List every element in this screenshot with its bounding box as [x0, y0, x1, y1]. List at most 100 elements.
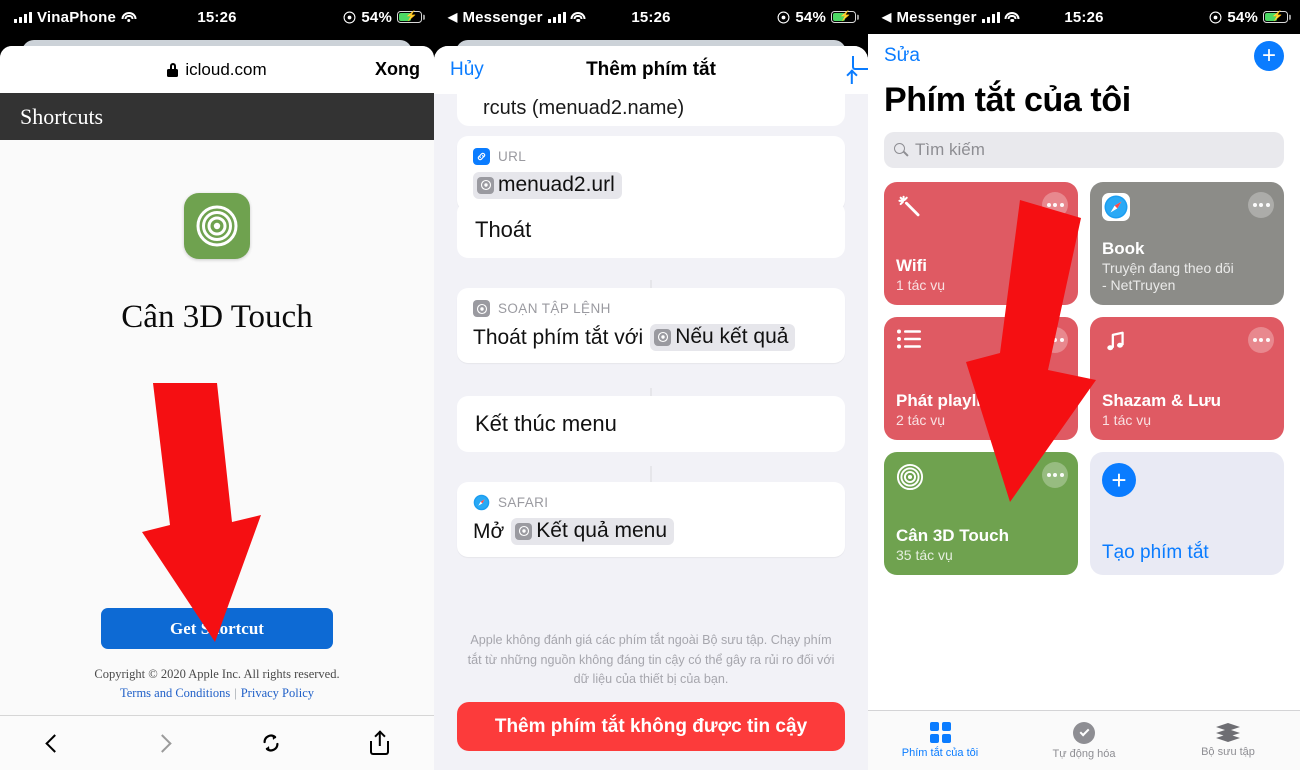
action-body: Mở Kết quả menu	[473, 518, 829, 545]
location-icon	[777, 11, 790, 24]
status-right: 54% ⚡	[777, 9, 868, 26]
battery-charging-icon: ⚡	[397, 11, 422, 23]
status-right: 54% ⚡	[343, 9, 434, 26]
variable-token[interactable]: menuad2.url	[473, 172, 622, 199]
tab-automation[interactable]: Tự động hóa	[1012, 721, 1156, 760]
gear-variable-icon	[477, 176, 494, 194]
shortcut-tile-shazam-luu[interactable]: Shazam & Lưu 1 tác vụ	[1090, 317, 1284, 440]
shortcuts-app-body: Sửa + Phím tắt của tôi Tìm kiếm Wifi 1 t…	[868, 34, 1300, 770]
action-card-safari[interactable]: SAFARI Mở Kết quả menu	[457, 482, 845, 557]
back-app-label[interactable]: Messenger	[462, 9, 542, 26]
edit-button[interactable]: Sửa	[884, 45, 920, 67]
variable-token[interactable]: Nếu kết quả	[650, 324, 796, 351]
plus-circle-icon: +	[1102, 463, 1136, 497]
action-body: menuad2.url	[473, 172, 829, 199]
tab-gallery[interactable]: Bộ sưu tập	[1156, 723, 1300, 758]
shortcut-name: Wifi	[896, 255, 928, 275]
shortcut-name: Book	[1102, 238, 1145, 258]
shortcut-tile-wifi[interactable]: Wifi 1 tác vụ	[884, 182, 1078, 305]
shortcuts-grid: Wifi 1 tác vụ Book Truyện đang theo dõi …	[868, 168, 1300, 575]
done-button[interactable]: Xong	[375, 59, 434, 80]
plus-icon[interactable]: +	[1254, 40, 1284, 71]
add-shortcut-sheet: Hủy Thêm phím tắt rcuts (menuad2.name) U…	[434, 46, 868, 770]
action-body-prefix: Mở	[473, 519, 505, 543]
signal-bars-icon	[981, 11, 1000, 23]
tab-label: Tự động hóa	[1052, 747, 1116, 760]
forward-button[interactable]	[109, 733, 218, 753]
action-card-end-menu[interactable]: Kết thúc menu	[457, 396, 845, 452]
carrier-label: VinaPhone	[37, 8, 117, 26]
copyright-text: Copyright © 2020 Apple Inc. All rights r…	[94, 667, 340, 681]
action-header: URL	[473, 148, 829, 165]
three-screenshot-collage: VinaPhone 15:26 54% ⚡ icloud.com Xong Sh…	[0, 0, 1300, 770]
wifi-icon	[1004, 11, 1020, 23]
action-card-scripting[interactable]: SOẠN TẬP LỆNH Thoát phím tắt với Nếu kết…	[457, 288, 845, 363]
shortcut-tile-can-3d-touch[interactable]: Cân 3D Touch 35 tác vụ	[884, 452, 1078, 575]
safari-compass-icon	[1102, 193, 1272, 221]
untrusted-disclaimer: Apple không đánh giá các phím tắt ngoài …	[467, 633, 835, 687]
more-dots-icon[interactable]	[1248, 192, 1274, 218]
battery-charging-icon: ⚡	[831, 11, 856, 23]
wifi-icon	[121, 11, 137, 23]
url-link-icon	[473, 148, 490, 165]
back-to-app-arrow-icon[interactable]: ◀	[882, 10, 891, 24]
reload-button[interactable]	[217, 732, 326, 754]
location-icon	[1209, 11, 1222, 24]
share-icon	[370, 730, 390, 755]
share-button[interactable]	[326, 730, 435, 755]
variable-token-label: Kết quả menu	[536, 519, 668, 542]
variable-token-label: menuad2.url	[498, 173, 615, 196]
variable-token[interactable]: Kết quả menu	[511, 518, 675, 545]
panel-safari-icloud: VinaPhone 15:26 54% ⚡ icloud.com Xong Sh…	[0, 0, 434, 770]
tab-label: Phím tắt của tôi	[901, 747, 979, 759]
sparkle-wand-icon	[896, 193, 1066, 219]
status-bar-panel2: ◀ Messenger 15:26 54% ⚡	[434, 0, 868, 34]
back-app-label[interactable]: Messenger	[896, 9, 976, 26]
footer-legal: Copyright © 2020 Apple Inc. All rights r…	[0, 665, 434, 703]
url-display[interactable]: icloud.com	[0, 60, 434, 80]
more-dots-icon[interactable]	[1248, 327, 1274, 353]
sheet-navbar: Hủy Thêm phím tắt	[434, 46, 868, 94]
shortcut-subtitle: 35 tác vụ	[896, 547, 953, 564]
status-bar-panel1: VinaPhone 15:26 54% ⚡	[0, 0, 434, 34]
shortcut-name: Phát playlis	[896, 390, 991, 410]
shortcut-tile-phat-playlist[interactable]: Phát playlis 2 tác vụ	[884, 317, 1078, 440]
add-untrusted-shortcut-button[interactable]: Thêm phím tắt không được tin cậy	[457, 702, 845, 751]
more-dots-icon[interactable]	[1042, 462, 1068, 488]
action-body: Thoát	[457, 202, 845, 258]
action-card-exit[interactable]: Thoát	[457, 202, 845, 258]
search-input[interactable]: Tìm kiếm	[884, 132, 1284, 168]
safari-sheet: icloud.com Xong Shortcuts Cân 3D Touch G…	[0, 46, 434, 770]
tab-my-shortcuts[interactable]: Phím tắt của tôi	[868, 722, 1012, 759]
more-dots-icon[interactable]	[1042, 192, 1068, 218]
create-shortcut-tile[interactable]: + Tạo phím tắt	[1090, 452, 1284, 575]
get-shortcut-button[interactable]: Get Shortcut	[101, 608, 333, 649]
privacy-link[interactable]: Privacy Policy	[241, 686, 314, 700]
shortcut-title: Cân 3D Touch	[121, 299, 313, 335]
partial-action-text: rcuts (menuad2.name)	[483, 97, 685, 119]
page-header: Shortcuts	[0, 93, 434, 140]
shortcut-tile-book[interactable]: Book Truyện đang theo dõi - NetTruyen	[1090, 182, 1284, 305]
status-left: ◀ Messenger	[868, 9, 1020, 26]
automation-icon	[1073, 721, 1095, 744]
status-right: 54% ⚡	[1209, 9, 1300, 26]
search-icon	[894, 143, 909, 157]
more-dots-icon[interactable]	[1042, 327, 1068, 353]
back-to-app-arrow-icon[interactable]: ◀	[448, 10, 457, 24]
status-left: VinaPhone	[0, 8, 137, 26]
action-header-label: SAFARI	[498, 495, 549, 510]
shortcut-subtitle: 1 tác vụ	[1102, 412, 1152, 429]
location-icon	[343, 11, 356, 24]
back-button[interactable]	[0, 733, 109, 753]
shortcut-target-icon	[896, 463, 1066, 491]
battery-percent-label: 54%	[1227, 8, 1258, 26]
safari-address-bar[interactable]: icloud.com Xong	[0, 46, 434, 93]
terms-link[interactable]: Terms and Conditions	[120, 686, 230, 700]
shortcut-subtitle: 2 tác vụ	[896, 412, 946, 429]
shortcut-name: Shazam & Lưu	[1102, 390, 1222, 410]
action-card-url[interactable]: URL menuad2.url	[457, 136, 845, 211]
gear-variable-icon	[654, 328, 672, 346]
battery-charging-icon: ⚡	[1263, 11, 1288, 23]
panel-my-shortcuts: ◀ Messenger 15:26 54% ⚡ Sửa + Phím tắt c…	[868, 0, 1300, 770]
action-body: Thoát phím tắt với Nếu kết quả	[473, 324, 829, 351]
